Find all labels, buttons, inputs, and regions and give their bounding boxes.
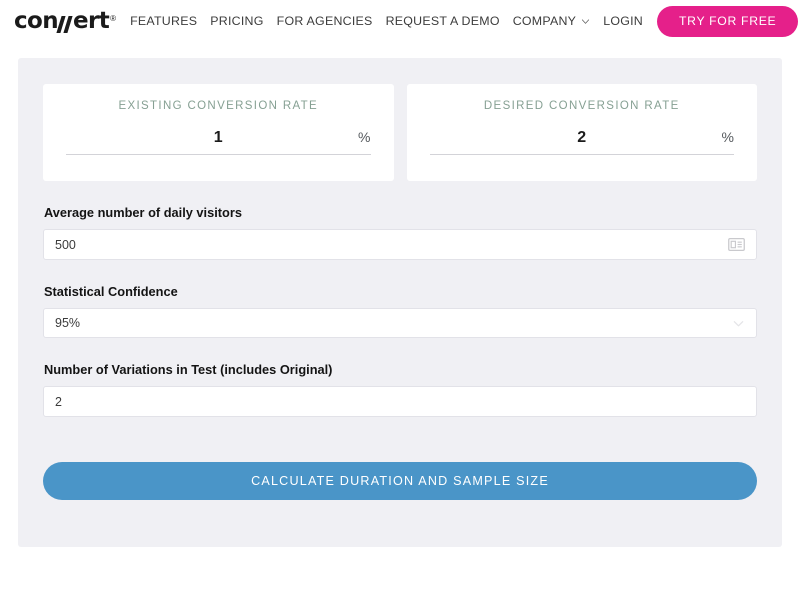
logo-text-after: ert	[73, 7, 110, 34]
desired-conversion-rate-input[interactable]: 2	[430, 129, 713, 147]
statistical-confidence-label: Statistical Confidence	[44, 284, 178, 299]
nav-link-features[interactable]: FEATURES	[130, 14, 197, 28]
conversion-rate-row: EXISTING CONVERSION RATE 1 % DESIRED CON…	[43, 84, 757, 181]
statistical-confidence-select[interactable]: 95%	[43, 308, 757, 338]
daily-visitors-field[interactable]: 500	[43, 229, 757, 260]
logo-registered-mark: ®	[110, 13, 117, 23]
variations-label: Number of Variations in Test (includes O…	[44, 362, 333, 377]
contact-card-icon	[728, 236, 745, 253]
nav-link-request-a-demo[interactable]: REQUEST A DEMO	[386, 14, 500, 28]
existing-conversion-rate-label: EXISTING CONVERSION RATE	[118, 100, 319, 112]
top-navbar: con ert ® FEATURES PRICING FOR AGENCIES …	[0, 0, 800, 42]
desired-conversion-rate-unit: %	[721, 129, 734, 145]
existing-conversion-rate-field[interactable]: 1 %	[66, 129, 371, 155]
nav-link-company[interactable]: COMPANY	[513, 14, 590, 28]
logo-double-slash-icon	[56, 15, 74, 33]
nav-link-for-agencies[interactable]: FOR AGENCIES	[277, 14, 373, 28]
chevron-down-icon[interactable]	[732, 317, 745, 330]
existing-conversion-rate-input[interactable]: 1	[66, 129, 349, 147]
nav-links: FEATURES PRICING FOR AGENCIES REQUEST A …	[130, 14, 643, 28]
desired-conversion-rate-card: DESIRED CONVERSION RATE 2 %	[406, 84, 757, 181]
daily-visitors-label: Average number of daily visitors	[44, 205, 242, 220]
nav-link-pricing[interactable]: PRICING	[210, 14, 263, 28]
daily-visitors-input[interactable]: 500	[55, 238, 728, 252]
statistical-confidence-value: 95%	[55, 316, 81, 330]
variations-input[interactable]: 2	[55, 395, 745, 409]
desired-conversion-rate-field[interactable]: 2 %	[429, 129, 734, 155]
existing-conversion-rate-unit: %	[358, 129, 371, 145]
existing-conversion-rate-card: EXISTING CONVERSION RATE 1 %	[43, 84, 394, 181]
desired-conversion-rate-label: DESIRED CONVERSION RATE	[483, 100, 680, 112]
convert-logo[interactable]: con ert ®	[14, 7, 117, 34]
variations-field[interactable]: 2	[43, 386, 757, 417]
chevron-down-icon	[581, 17, 590, 26]
nav-link-company-label: COMPANY	[512, 14, 577, 28]
calculator-panel: EXISTING CONVERSION RATE 1 % DESIRED CON…	[18, 58, 782, 547]
nav-link-login[interactable]: LOGIN	[603, 14, 643, 28]
logo-text-before: con	[14, 7, 59, 34]
calculate-duration-and-sample-size-button[interactable]: CALCULATE DURATION AND SAMPLE SIZE	[43, 462, 757, 500]
try-for-free-button[interactable]: TRY FOR FREE	[657, 5, 799, 37]
